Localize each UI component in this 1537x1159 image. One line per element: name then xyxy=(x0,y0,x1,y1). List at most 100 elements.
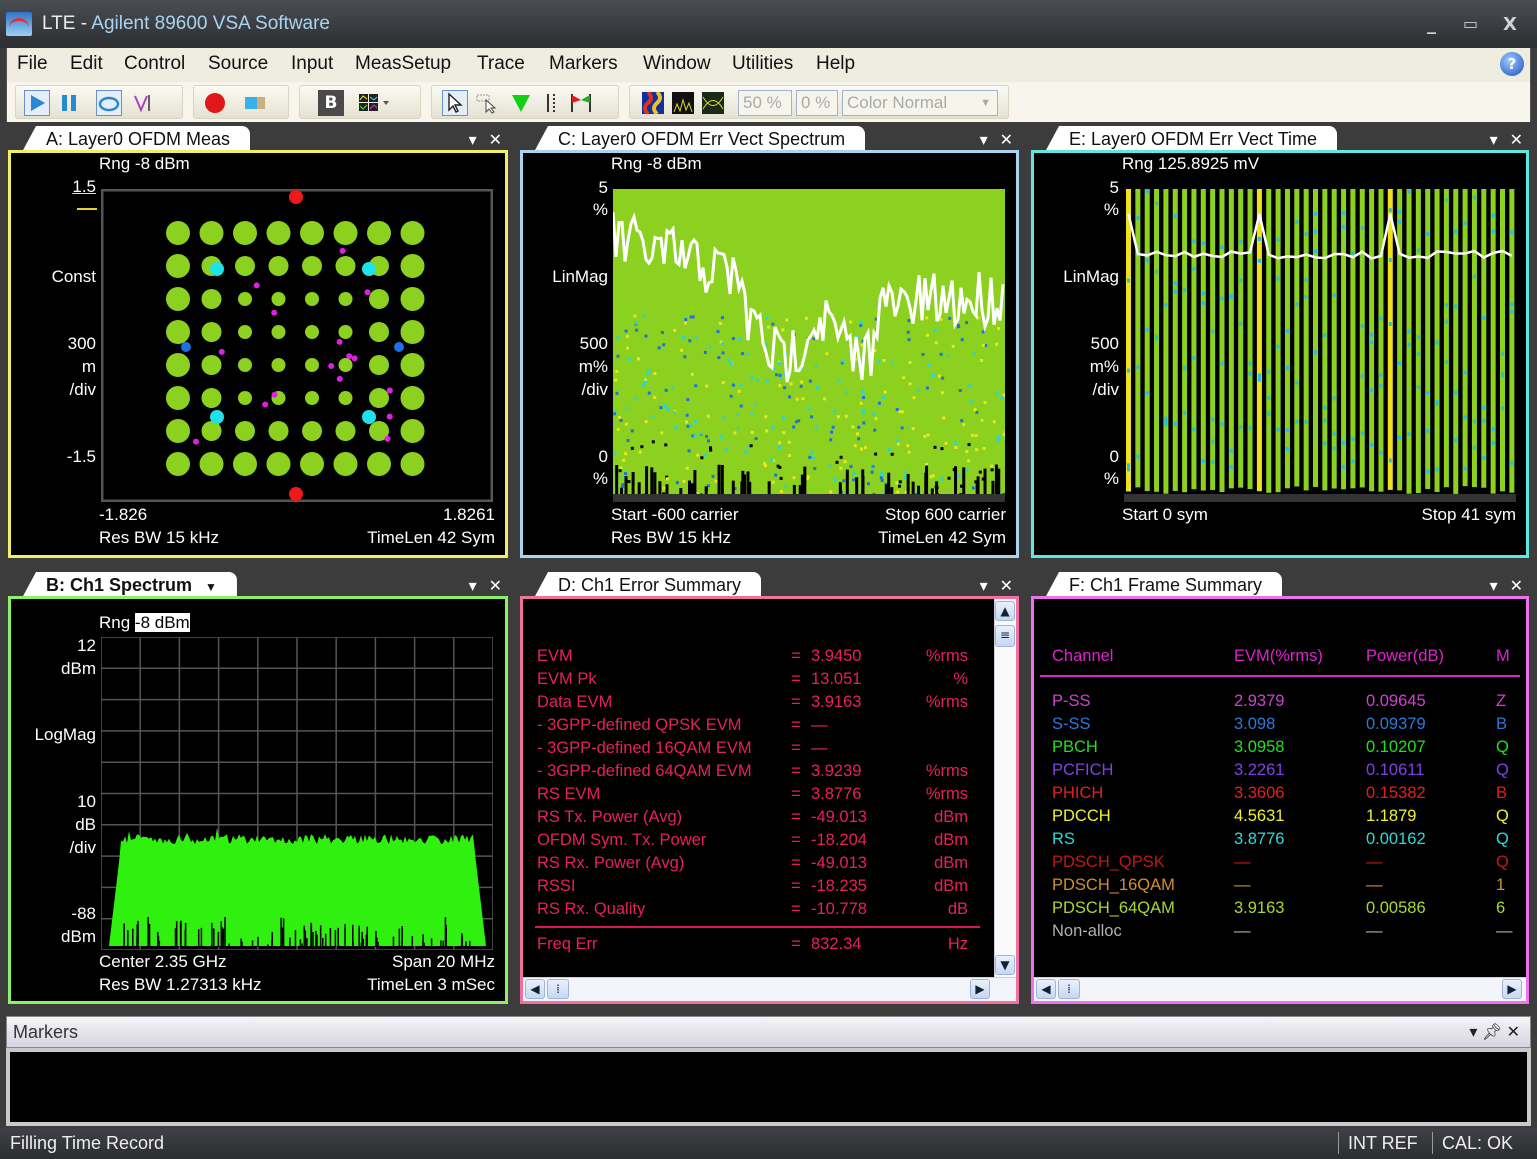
persistence-button[interactable] xyxy=(670,90,696,116)
marker-lines-button[interactable] xyxy=(538,90,564,116)
constellation-point-pcfich xyxy=(386,413,393,420)
scroll-left-button[interactable]: ◀ xyxy=(525,979,545,999)
panel-c-close-icon[interactable]: ✕ xyxy=(1000,130,1013,149)
symbol-dot xyxy=(1426,469,1430,474)
panel-a-tab[interactable]: A: Layer0 OFDM Meas xyxy=(22,126,251,152)
trace-dot xyxy=(706,414,710,418)
panel-a-y-top[interactable]: 1.5 xyxy=(51,177,96,197)
symbol-dot xyxy=(1360,324,1364,329)
panel-b-tab[interactable]: B: Ch1 Spectrum ▼ xyxy=(22,572,237,598)
minimize-button[interactable]: _ xyxy=(1427,14,1436,35)
menu-edit[interactable]: Edit xyxy=(70,53,103,75)
symbol-dot xyxy=(1370,388,1374,393)
trace-dot xyxy=(842,479,846,483)
scroll-up-button[interactable]: ▲ xyxy=(995,601,1015,621)
source-button[interactable] xyxy=(242,90,268,116)
persistence-percent-field[interactable]: 50 % xyxy=(738,90,792,116)
constellation-point xyxy=(369,388,389,408)
marker-peak-button[interactable] xyxy=(508,90,534,116)
layout-button[interactable] xyxy=(356,90,394,116)
marker-lines-icon xyxy=(547,94,555,112)
symbol-dot xyxy=(1351,251,1355,256)
horizontal-scrollbar[interactable]: ◀ ⁞ ▶ xyxy=(523,977,1016,1001)
panel-a-close-icon[interactable]: ✕ xyxy=(489,130,502,149)
panel-d-tab[interactable]: D: Ch1 Error Summary xyxy=(534,572,762,598)
constellation-point xyxy=(238,391,252,405)
scroll-thumb[interactable]: ≡ xyxy=(995,625,1015,647)
color-scheme-select[interactable]: Color Normal ▼ xyxy=(842,90,998,116)
close-button[interactable]: X xyxy=(1503,14,1517,35)
spectrogram-button[interactable] xyxy=(640,90,666,116)
continuous-button[interactable] xyxy=(96,90,122,116)
range-value-field[interactable]: -8 dBm xyxy=(134,613,190,632)
constellation-plot[interactable] xyxy=(101,189,493,502)
pointer-button[interactable] xyxy=(442,90,468,116)
markers-close-icon[interactable]: ✕ xyxy=(1507,1024,1520,1041)
panel-c-tab[interactable]: C: Layer0 OFDM Err Vect Spectrum xyxy=(534,126,866,152)
menu-file[interactable]: File xyxy=(17,53,48,75)
pause-button[interactable] xyxy=(56,90,82,116)
bold-button[interactable]: B xyxy=(318,90,344,116)
record-button[interactable] xyxy=(202,90,228,116)
menu-trace[interactable]: Trace xyxy=(477,53,525,75)
help-icon[interactable]: ? xyxy=(1500,52,1524,76)
scroll-down-button[interactable]: ▼ xyxy=(995,955,1015,975)
menu-window[interactable]: Window xyxy=(643,53,711,75)
summary-label: RS EVM xyxy=(537,785,601,803)
hscroll-thumb[interactable]: ⁞ xyxy=(1058,979,1080,999)
menu-markers[interactable]: Markers xyxy=(549,53,618,75)
zoom-pointer-button[interactable] xyxy=(474,90,500,116)
decay-percent-field[interactable]: 0 % xyxy=(796,90,838,116)
panel-b-y-bottom-2: dBm xyxy=(61,927,96,946)
trace-dot xyxy=(829,438,833,442)
trace-dot xyxy=(831,425,835,429)
scroll-left-button[interactable]: ◀ xyxy=(1036,979,1056,999)
menu-control[interactable]: Control xyxy=(124,53,185,75)
menu-source[interactable]: Source xyxy=(208,53,268,75)
column-header[interactable]: EVM(%rms) xyxy=(1234,647,1323,666)
panel-e-menu-icon[interactable]: ▾ xyxy=(1490,130,1498,149)
play-button[interactable] xyxy=(24,90,50,116)
panel-e-scale-3: /div xyxy=(1092,380,1119,399)
symbol-dot xyxy=(1370,332,1374,337)
err-vect-spectrum-plot[interactable] xyxy=(613,189,1005,502)
column-header[interactable]: Power(dB) xyxy=(1366,647,1444,666)
panel-d-close-icon[interactable]: ✕ xyxy=(1000,576,1013,595)
maximize-button[interactable]: ▭ xyxy=(1463,14,1478,33)
panel-f-tab[interactable]: F: Ch1 Frame Summary xyxy=(1045,572,1283,598)
panel-e-close-icon[interactable]: ✕ xyxy=(1510,130,1523,149)
symbol-dot xyxy=(1248,361,1252,366)
horizontal-scrollbar[interactable]: ◀ ⁞ ▶ xyxy=(1034,977,1526,1001)
column-header[interactable]: M xyxy=(1496,647,1510,666)
menu-input[interactable]: Input xyxy=(291,53,333,75)
summary-value: 832.34 xyxy=(811,935,862,953)
vertical-scrollbar[interactable]: ▲ ≡ ▼ xyxy=(994,599,1016,977)
panel-b-dropdown-icon[interactable]: ▼ xyxy=(205,580,217,594)
single-button[interactable] xyxy=(130,90,156,116)
panel-c-menu-icon[interactable]: ▾ xyxy=(980,130,988,149)
hscroll-thumb[interactable]: ⁞ xyxy=(547,979,569,999)
symbol-dot xyxy=(1183,365,1187,370)
marker-flag-button[interactable] xyxy=(568,90,594,116)
err-vect-time-plot[interactable] xyxy=(1124,189,1516,502)
trace-dot xyxy=(874,417,878,421)
pin-icon[interactable]: 📌︎ xyxy=(1482,1024,1502,1041)
eye-diagram-button[interactable] xyxy=(700,90,726,116)
panel-b-menu-icon[interactable]: ▾ xyxy=(469,576,477,595)
menu-meassetup[interactable]: MeasSetup xyxy=(355,53,451,75)
symbol-dot xyxy=(1379,372,1383,377)
panel-b-close-icon[interactable]: ✕ xyxy=(489,576,502,595)
scroll-right-button[interactable]: ▶ xyxy=(970,979,990,999)
constellation-point-rs xyxy=(210,410,224,424)
panel-a-menu-icon[interactable]: ▾ xyxy=(469,130,477,149)
column-header[interactable]: Channel xyxy=(1052,647,1113,666)
menu-help[interactable]: Help xyxy=(816,53,855,75)
panel-f-close-icon[interactable]: ✕ xyxy=(1510,576,1523,595)
panel-f-menu-icon[interactable]: ▾ xyxy=(1490,576,1498,595)
menu-utilities[interactable]: Utilities xyxy=(732,53,793,75)
panel-e-tab[interactable]: E: Layer0 OFDM Err Vect Time xyxy=(1045,126,1338,152)
scroll-right-button[interactable]: ▶ xyxy=(1502,979,1522,999)
panel-d-menu-icon[interactable]: ▾ xyxy=(980,576,988,595)
markers-menu-icon[interactable]: ▾ xyxy=(1469,1024,1477,1041)
spectrum-plot[interactable] xyxy=(101,637,493,950)
